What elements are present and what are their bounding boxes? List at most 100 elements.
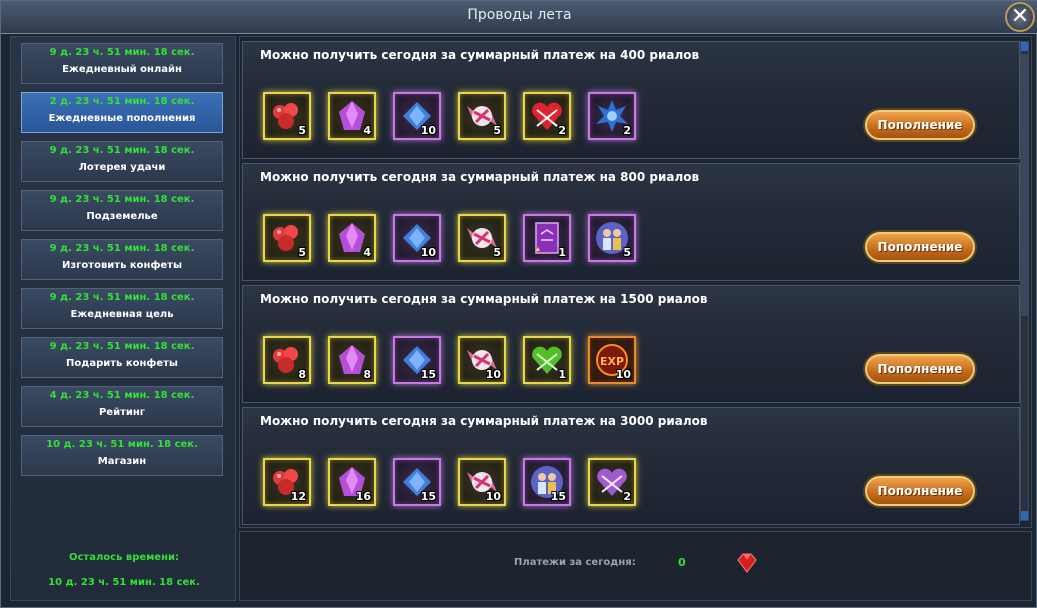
reward-item[interactable]: EXP 10: [588, 336, 636, 384]
reward-count: 8: [363, 368, 371, 381]
topup-button[interactable]: Пополнение: [865, 354, 975, 384]
reward-item[interactable]: 4: [328, 92, 376, 140]
sidebar-item-rating[interactable]: 4 д. 23 ч. 51 мин. 18 сек. Рейтинг: [21, 386, 223, 427]
reward-tier: Можно получить сегодня за суммарный плат…: [242, 163, 1020, 281]
reward-item[interactable]: 5: [458, 214, 506, 262]
sidebar-item-label: Подарить конфеты: [66, 358, 178, 369]
payments-today-value: 0: [678, 556, 686, 569]
reward-item[interactable]: 10: [458, 458, 506, 506]
reward-item[interactable]: 10: [458, 336, 506, 384]
sidebar-item-timer: 9 д. 23 ч. 51 мин. 18 сек.: [49, 292, 195, 303]
sidebar-item-daily-goal[interactable]: 9 д. 23 ч. 51 мин. 18 сек. Ежедневная це…: [21, 288, 223, 329]
tier-title: Можно получить сегодня за суммарный плат…: [260, 170, 700, 184]
topup-button[interactable]: Пополнение: [865, 232, 975, 262]
reward-count: 15: [420, 368, 436, 381]
time-remaining-value: 10 д. 23 ч. 51 мин. 18 сек.: [48, 577, 200, 588]
reward-count: 2: [623, 124, 631, 137]
reward-count: 8: [298, 368, 306, 381]
sidebar-item-timer: 9 д. 23 ч. 51 мин. 18 сек.: [49, 194, 195, 205]
sidebar-item-gift-candy[interactable]: 9 д. 23 ч. 51 мин. 18 сек. Подарить конф…: [21, 337, 223, 378]
sidebar-item-lottery[interactable]: 9 д. 23 ч. 51 мин. 18 сек. Лотерея удачи: [21, 141, 223, 182]
reward-item[interactable]: 2: [523, 92, 571, 140]
reward-count: 16: [355, 490, 371, 503]
vertical-scrollbar[interactable]: [1020, 41, 1029, 521]
tier-title: Можно получить сегодня за суммарный плат…: [260, 414, 708, 428]
reward-count: 10: [485, 368, 501, 381]
reward-count: 4: [363, 246, 371, 259]
sidebar-item-timer: 9 д. 23 ч. 51 мин. 18 сек.: [49, 341, 195, 352]
reward-item[interactable]: 2: [588, 458, 636, 506]
sidebar-item-timer: 9 д. 23 ч. 51 мин. 18 сек.: [49, 243, 195, 254]
reward-count: 5: [298, 124, 306, 137]
reward-count: 10: [615, 368, 631, 381]
scroll-down-arrow-icon[interactable]: [1021, 511, 1028, 520]
reward-item[interactable]: 5: [263, 92, 311, 140]
reward-item[interactable]: 5: [588, 214, 636, 262]
topup-button[interactable]: Пополнение: [865, 476, 975, 506]
event-sidebar: 9 д. 23 ч. 51 мин. 18 сек. Ежедневный он…: [10, 36, 236, 601]
reward-item[interactable]: 2: [588, 92, 636, 140]
sidebar-item-make-candy[interactable]: 9 д. 23 ч. 51 мин. 18 сек. Изготовить ко…: [21, 239, 223, 280]
ruby-icon: [737, 553, 757, 573]
reward-item[interactable]: 5: [458, 92, 506, 140]
sidebar-item-label: Ежедневная цель: [70, 309, 174, 320]
sidebar-item-timer: 4 д. 23 ч. 51 мин. 18 сек.: [49, 390, 195, 401]
reward-count: 15: [550, 490, 566, 503]
reward-tier: Можно получить сегодня за суммарный плат…: [242, 41, 1020, 159]
scroll-up-arrow-icon[interactable]: [1021, 42, 1028, 51]
sidebar-item-timer: 2 д. 23 ч. 51 мин. 18 сек.: [49, 96, 195, 107]
reward-item[interactable]: 15: [393, 458, 441, 506]
time-remaining-label: Осталось времени:: [68, 552, 180, 563]
reward-count: 15: [420, 490, 436, 503]
reward-count: 5: [493, 246, 501, 259]
reward-item[interactable]: 4: [328, 214, 376, 262]
reward-count: 10: [420, 124, 436, 137]
sidebar-item-daily-topups[interactable]: 2 д. 23 ч. 51 мин. 18 сек. Ежедневные по…: [21, 92, 223, 133]
reward-item[interactable]: 1: [523, 214, 571, 262]
reward-count: 5: [298, 246, 306, 259]
reward-count: 4: [363, 124, 371, 137]
sidebar-item-label: Магазин: [97, 456, 147, 467]
reward-item[interactable]: 16: [328, 458, 376, 506]
reward-item[interactable]: 1: [523, 336, 571, 384]
reward-item[interactable]: 10: [393, 214, 441, 262]
svg-text:EXP: EXP: [600, 355, 624, 368]
sidebar-item-label: Подземелье: [86, 211, 158, 222]
reward-item[interactable]: 10: [393, 92, 441, 140]
reward-count: 1: [558, 368, 566, 381]
event-window: Проводы лета ✕ 9 д. 23 ч. 51 мин. 18 сек…: [0, 0, 1037, 608]
sidebar-item-daily-online[interactable]: 9 д. 23 ч. 51 мин. 18 сек. Ежедневный он…: [21, 43, 223, 84]
close-button[interactable]: ✕: [1005, 2, 1035, 32]
reward-count: 10: [420, 246, 436, 259]
reward-item[interactable]: 15: [393, 336, 441, 384]
reward-item[interactable]: 8: [328, 336, 376, 384]
payments-footer: Платежи за сегодня: 0: [239, 531, 1032, 601]
sidebar-item-dungeon[interactable]: 9 д. 23 ч. 51 мин. 18 сек. Подземелье: [21, 190, 223, 231]
tier-title: Можно получить сегодня за суммарный плат…: [260, 48, 700, 62]
payments-today-label: Платежи за сегодня:: [514, 557, 636, 568]
reward-count: 1: [558, 246, 566, 259]
sidebar-item-timer: 10 д. 23 ч. 51 мин. 18 сек.: [46, 439, 198, 450]
sidebar-item-label: Лотерея удачи: [78, 162, 166, 173]
sidebar-item-label: Рейтинг: [98, 407, 146, 418]
sidebar-item-label: Ежедневные пополнения: [48, 113, 196, 124]
reward-count: 12: [290, 490, 306, 503]
reward-item[interactable]: 8: [263, 336, 311, 384]
reward-count: 5: [623, 246, 631, 259]
reward-count: 2: [558, 124, 566, 137]
reward-count: 5: [493, 124, 501, 137]
reward-item[interactable]: 5: [263, 214, 311, 262]
scroll-thumb[interactable]: [1021, 54, 1028, 316]
reward-item[interactable]: 15: [523, 458, 571, 506]
window-title: Проводы лета: [467, 7, 572, 23]
topup-button[interactable]: Пополнение: [865, 110, 975, 140]
reward-count: 10: [485, 490, 501, 503]
reward-count: 2: [623, 490, 631, 503]
tier-title: Можно получить сегодня за суммарный плат…: [260, 292, 708, 306]
title-bar: Проводы лета ✕: [1, 1, 1037, 34]
reward-tiers-panel: Можно получить сегодня за суммарный плат…: [239, 36, 1032, 528]
sidebar-item-shop[interactable]: 10 д. 23 ч. 51 мин. 18 сек. Магазин: [21, 435, 223, 476]
sidebar-item-timer: 9 д. 23 ч. 51 мин. 18 сек.: [49, 145, 195, 156]
reward-item[interactable]: 12: [263, 458, 311, 506]
close-icon: ✕: [1010, 4, 1030, 29]
